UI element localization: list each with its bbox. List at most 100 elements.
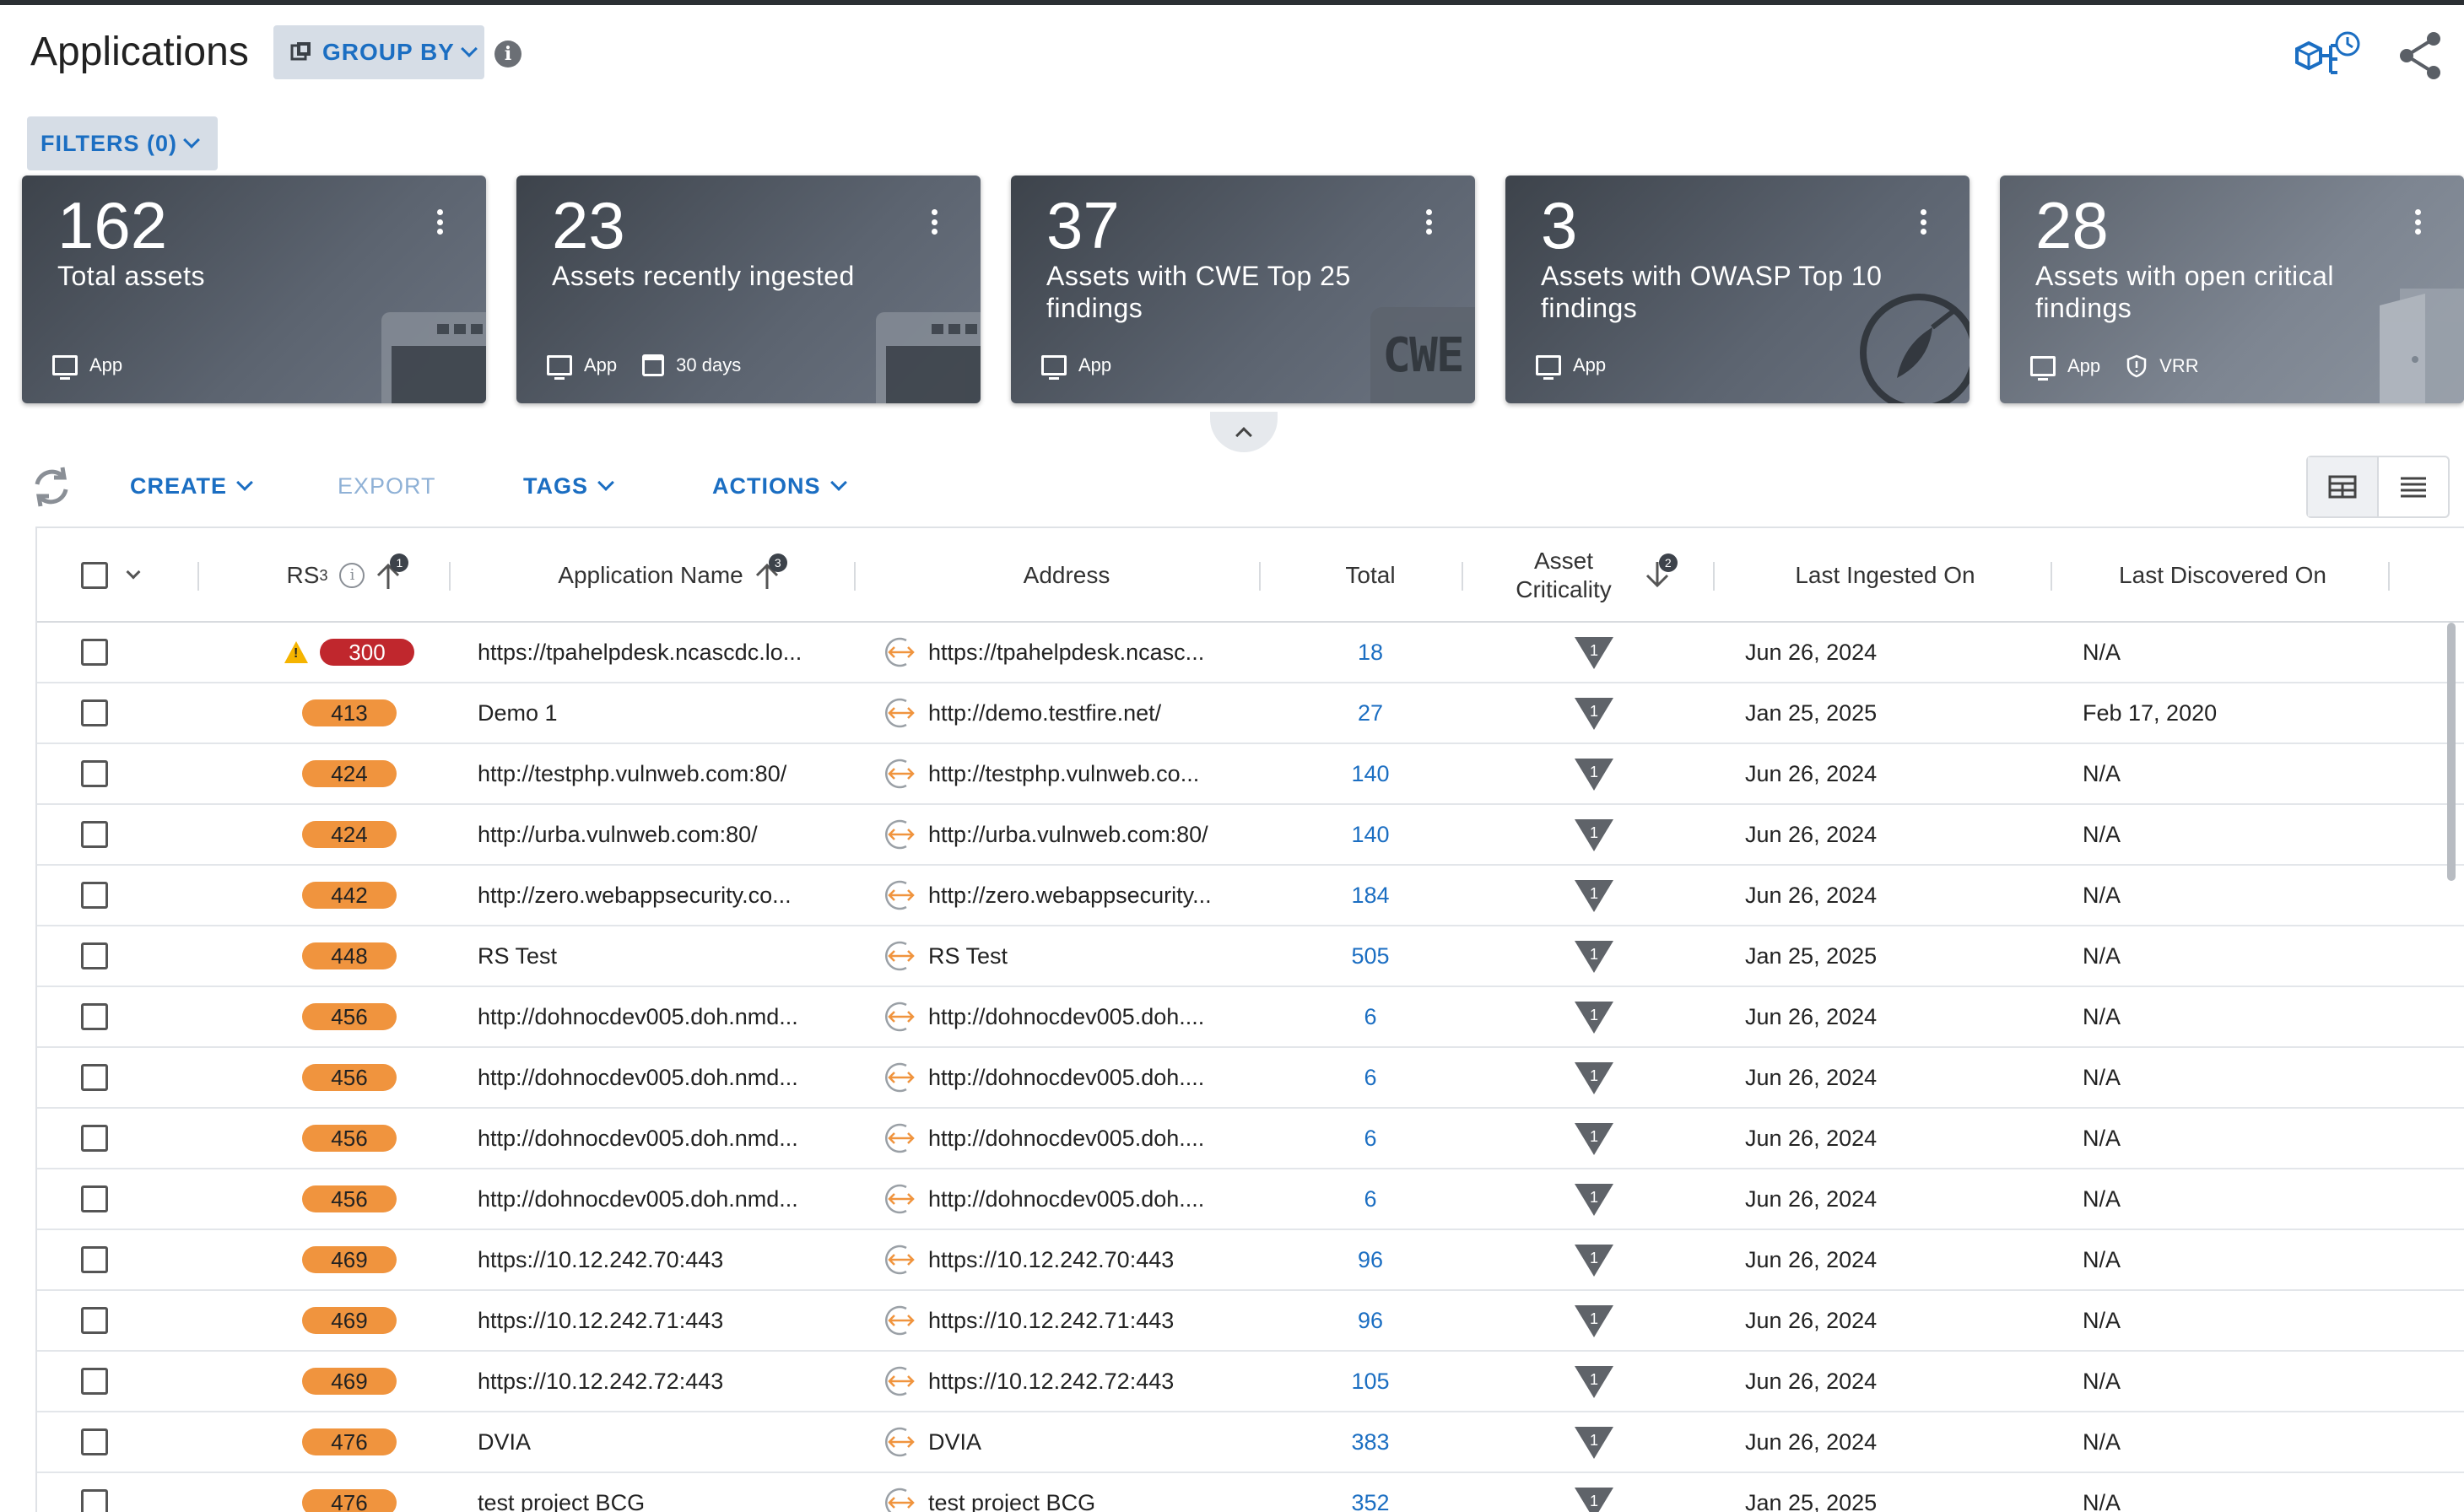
table-row[interactable]: 424 http://urba.vulnweb.com:80/ http://u… [37, 805, 2464, 866]
card-open-critical[interactable]: 28 Assets with open critical findings Ap… [2000, 176, 2464, 403]
address-cell[interactable]: https://10.12.242.71:443 [881, 1291, 1269, 1350]
row-checkbox[interactable] [81, 1307, 108, 1334]
application-name-cell[interactable]: https://tpahelpdesk.ncascdc.lo... [478, 623, 866, 682]
table-row[interactable]: 413 Demo 1 http://demo.testfire.net/ 27 … [37, 683, 2464, 744]
card-menu-icon[interactable] [932, 209, 938, 235]
refresh-icon[interactable] [30, 464, 73, 510]
application-name-cell[interactable]: http://urba.vulnweb.com:80/ [478, 805, 866, 864]
row-checkbox[interactable] [81, 1368, 108, 1395]
row-checkbox[interactable] [81, 1185, 108, 1212]
total-link[interactable]: 18 [1358, 640, 1383, 666]
card-menu-icon[interactable] [1426, 209, 1433, 235]
row-checkbox[interactable] [81, 1428, 108, 1455]
table-row[interactable]: 424 http://testphp.vulnweb.com:80/ http:… [37, 744, 2464, 805]
application-name-cell[interactable]: Demo 1 [478, 683, 866, 742]
application-name-cell[interactable]: https://10.12.242.70:443 [478, 1230, 866, 1289]
row-checkbox[interactable] [81, 882, 108, 909]
address-cell[interactable]: http://dohnocdev005.doh.... [881, 1169, 1269, 1228]
total-link[interactable]: 383 [1351, 1429, 1389, 1455]
address-cell[interactable]: http://dohnocdev005.doh.... [881, 1109, 1269, 1168]
share-icon[interactable] [2396, 30, 2444, 81]
card-owasp-top-10[interactable]: 3 Assets with OWASP Top 10 findings App [1505, 176, 1970, 403]
total-link[interactable]: 505 [1351, 943, 1389, 969]
total-link[interactable]: 140 [1351, 761, 1389, 787]
filters-button[interactable]: FILTERS (0) [27, 116, 218, 170]
row-checkbox[interactable] [81, 821, 108, 848]
column-total[interactable]: Total [1261, 528, 1480, 623]
address-cell[interactable]: https://10.12.242.70:443 [881, 1230, 1269, 1289]
table-row[interactable]: 476 test project BCG test project BCG 35… [37, 1473, 2464, 1512]
card-total-assets[interactable]: 162 Total assets App [22, 176, 486, 403]
grid-view-button[interactable] [2308, 457, 2379, 516]
card-cwe-top-25[interactable]: 37 Assets with CWE Top 25 findings App C… [1011, 176, 1475, 403]
table-scrollbar[interactable] [2447, 623, 2456, 881]
total-link[interactable]: 6 [1364, 1186, 1376, 1212]
row-checkbox[interactable] [81, 1246, 108, 1273]
column-address[interactable]: Address [864, 528, 1269, 623]
column-last-discovered[interactable]: Last Discovered On [2054, 528, 2391, 623]
total-link[interactable]: 96 [1358, 1308, 1383, 1334]
address-cell[interactable]: http://testphp.vulnweb.co... [881, 744, 1269, 803]
info-icon[interactable]: i [339, 563, 365, 588]
row-checkbox[interactable] [81, 1125, 108, 1152]
total-link[interactable]: 184 [1351, 883, 1389, 909]
application-name-cell[interactable]: http://dohnocdev005.doh.nmd... [478, 1048, 866, 1107]
total-link[interactable]: 105 [1351, 1369, 1389, 1395]
column-last-ingested[interactable]: Last Ingested On [1716, 528, 2054, 623]
card-menu-icon[interactable] [437, 209, 444, 235]
group-by-button[interactable]: GROUP BY [273, 25, 484, 79]
address-cell[interactable]: RS Test [881, 926, 1269, 986]
total-link[interactable]: 352 [1351, 1490, 1389, 1512]
address-cell[interactable]: http://demo.testfire.net/ [881, 683, 1269, 742]
table-row[interactable]: 469 https://10.12.242.70:443 https://10.… [37, 1230, 2464, 1291]
address-cell[interactable]: https://10.12.242.72:443 [881, 1352, 1269, 1411]
export-button[interactable]: EXPORT [338, 469, 436, 503]
create-button[interactable]: CREATE [130, 469, 253, 503]
column-asset-criticality[interactable]: Asset Criticality 2 [1472, 528, 1716, 623]
sort-asc-icon[interactable]: 3 [752, 554, 787, 592]
column-rs3[interactable]: RS 3 i 1 [206, 528, 484, 623]
row-checkbox[interactable] [81, 639, 108, 666]
total-link[interactable]: 6 [1364, 1065, 1376, 1091]
row-checkbox[interactable] [81, 1003, 108, 1030]
table-row[interactable]: 456 http://dohnocdev005.doh.nmd... http:… [37, 1169, 2464, 1230]
topology-clock-icon[interactable] [2292, 29, 2363, 83]
table-row[interactable]: 456 http://dohnocdev005.doh.nmd... http:… [37, 1109, 2464, 1169]
application-name-cell[interactable]: test project BCG [478, 1473, 866, 1512]
application-name-cell[interactable]: http://dohnocdev005.doh.nmd... [478, 1169, 866, 1228]
application-name-cell[interactable]: http://dohnocdev005.doh.nmd... [478, 987, 866, 1046]
address-cell[interactable]: https://tpahelpdesk.ncasc... [881, 623, 1269, 682]
table-row[interactable]: 442 http://zero.webappsecurity.co... htt… [37, 866, 2464, 926]
application-name-cell[interactable]: https://10.12.242.72:443 [478, 1352, 866, 1411]
total-link[interactable]: 96 [1358, 1247, 1383, 1273]
address-cell[interactable]: test project BCG [881, 1473, 1269, 1512]
collapse-cards-toggle[interactable] [1210, 412, 1278, 452]
total-link[interactable]: 6 [1364, 1004, 1376, 1030]
address-cell[interactable]: http://dohnocdev005.doh.... [881, 987, 1269, 1046]
address-cell[interactable]: DVIA [881, 1412, 1269, 1472]
table-row[interactable]: 448 RS Test RS Test 505 1 Jan 25, 2025 N… [37, 926, 2464, 987]
tags-button[interactable]: TAGS [523, 469, 614, 503]
row-checkbox[interactable] [81, 699, 108, 726]
table-row[interactable]: 469 https://10.12.242.71:443 https://10.… [37, 1291, 2464, 1352]
column-application-name[interactable]: Application Name 3 [459, 528, 881, 623]
table-row[interactable]: 476 DVIA DVIA 383 1 Jun 26, 2024 N/A [37, 1412, 2464, 1473]
total-link[interactable]: 6 [1364, 1126, 1376, 1152]
info-icon[interactable]: i [494, 40, 521, 68]
row-checkbox[interactable] [81, 942, 108, 969]
list-view-button[interactable] [2379, 457, 2448, 516]
application-name-cell[interactable]: RS Test [478, 926, 866, 986]
actions-button[interactable]: ACTIONS [712, 469, 847, 503]
application-name-cell[interactable]: http://dohnocdev005.doh.nmd... [478, 1109, 866, 1168]
application-name-cell[interactable]: https://10.12.242.71:443 [478, 1291, 866, 1350]
address-cell[interactable]: http://zero.webappsecurity... [881, 866, 1269, 925]
select-all-checkbox[interactable] [81, 562, 108, 589]
table-row[interactable]: 469 https://10.12.242.72:443 https://10.… [37, 1352, 2464, 1412]
application-name-cell[interactable]: DVIA [478, 1412, 866, 1472]
application-name-cell[interactable]: http://testphp.vulnweb.com:80/ [478, 744, 866, 803]
total-link[interactable]: 27 [1358, 700, 1383, 726]
address-cell[interactable]: http://urba.vulnweb.com:80/ [881, 805, 1269, 864]
application-name-cell[interactable]: http://zero.webappsecurity.co... [478, 866, 866, 925]
card-menu-icon[interactable] [1921, 209, 1927, 235]
table-row[interactable]: 456 http://dohnocdev005.doh.nmd... http:… [37, 1048, 2464, 1109]
